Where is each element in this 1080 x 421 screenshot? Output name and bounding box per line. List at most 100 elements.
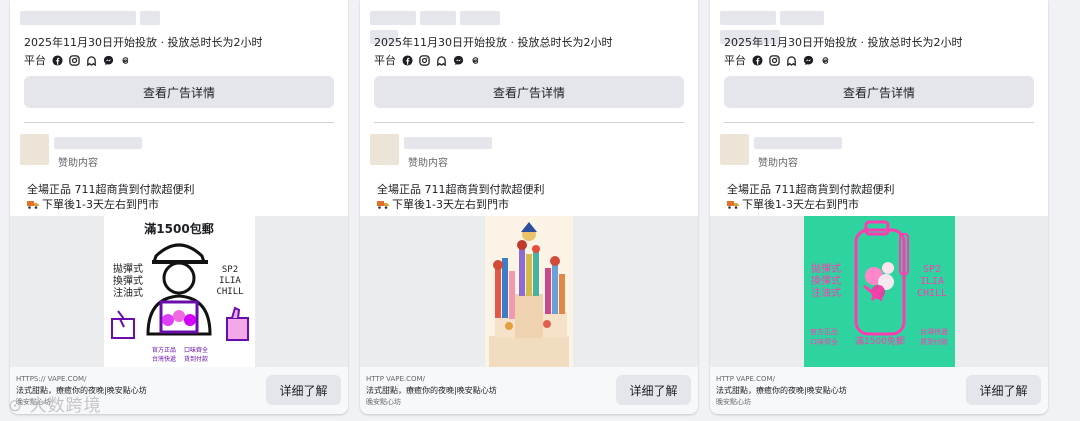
ad-link-title[interactable]: 法式甜點，療癒你的夜晚|晚安點心坊	[366, 385, 497, 396]
advertiser-avatar[interactable]	[720, 134, 749, 165]
view-ad-details-button[interactable]: 查看广告详情	[374, 76, 684, 108]
facebook-icon	[752, 54, 763, 66]
threads-icon	[122, 56, 129, 64]
creative-bl-2: 台灣快遞	[152, 355, 176, 363]
ad-body-line-1: 全場正品 711超商貨到付款超便利	[27, 183, 195, 196]
creative-br-1: 台灣快遞	[920, 327, 948, 336]
blurred-ad-id	[720, 10, 880, 44]
creative-left-2: 換彈式	[811, 274, 841, 287]
ad-card: 2025年11月30日开始投放 · 投放总时长为2小时 平台 查看广告详情 赞助…	[710, 0, 1048, 414]
ad-body-line-2: 下單後1-3天左右到門市	[377, 196, 509, 212]
ad-body-line-1: 全場正品 711超商貨到付款超便利	[377, 183, 545, 196]
blurred-advertiser-name[interactable]	[404, 137, 492, 149]
watermark-logo: ⊙ 大数跨境	[8, 391, 102, 416]
blurred-advertiser-name[interactable]	[54, 137, 142, 149]
learn-more-button[interactable]: 详细了解	[616, 375, 691, 405]
advertiser-avatar[interactable]	[20, 134, 49, 165]
creative-bl-1: 官方正品	[810, 327, 838, 336]
ad-library-page: 2025年11月30日开始投放 · 投放总时长为2小时 平台 查看广告详情 赞助…	[0, 0, 1080, 421]
view-ad-details-button[interactable]: 查看广告详情	[24, 76, 334, 108]
instagram-icon	[769, 54, 780, 66]
creative-bl-2: 口味齊全	[810, 337, 838, 346]
watermark-text: 大数跨境	[29, 396, 102, 416]
creative-left-2: 換彈式	[113, 274, 143, 287]
platform-row: 平台	[24, 53, 137, 67]
instagram-icon	[419, 54, 430, 66]
sponsored-label: 赞助内容	[758, 158, 798, 169]
creative-left-3: 注油式	[113, 286, 143, 299]
creative-bottom-center: 滿1500免郵	[855, 335, 905, 347]
creative-right-3: CHILL	[917, 288, 947, 299]
messenger-icon	[453, 55, 464, 65]
divider	[724, 122, 1034, 123]
ad-link-url[interactable]: HTTP VAPE.COM/	[716, 375, 775, 383]
ad-creative-image[interactable]: 拋彈式 換彈式 注油式 SP2 ILIA CHILL 官方正品 口味齊全 滿15…	[804, 216, 955, 367]
audience-network-icon	[87, 55, 96, 66]
platform-row: 平台	[374, 53, 487, 67]
truck-icon	[727, 200, 739, 209]
ad-media-area[interactable]	[360, 216, 698, 367]
ad-link-url[interactable]: HTTPS:// VAPE.COM/	[16, 375, 86, 383]
facebook-icon	[402, 54, 413, 66]
ad-footer[interactable]: HTTP VAPE.COM/ 法式甜點，療癒你的夜晚|晚安點心坊 晚安點心坊 详…	[710, 367, 1048, 414]
messenger-icon	[103, 55, 114, 65]
run-date-text: 2025年11月30日开始投放 · 投放总时长为2小时	[724, 36, 963, 49]
blurred-ad-id	[370, 10, 530, 44]
ad-media-area[interactable]: 拋彈式 換彈式 注油式 SP2 ILIA CHILL 官方正品 口味齊全 滿15…	[710, 216, 1048, 367]
audience-network-icon	[437, 55, 446, 66]
ad-creative-image[interactable]	[485, 216, 573, 367]
blurred-advertiser-name[interactable]	[754, 137, 842, 149]
learn-more-button[interactable]: 详细了解	[266, 375, 341, 405]
truck-icon	[377, 200, 389, 209]
creative-br-2: 貨到付款	[920, 337, 948, 346]
threads-icon	[472, 56, 479, 64]
creative-br-2: 貨到付款	[184, 355, 208, 363]
audience-network-icon	[787, 55, 796, 66]
divider	[24, 122, 334, 123]
sponsored-label: 赞助内容	[408, 158, 448, 169]
ad-link-title[interactable]: 法式甜點，療癒你的夜晚|晚安點心坊	[716, 385, 847, 396]
run-date-text: 2025年11月30日开始投放 · 投放总时长为2小时	[24, 36, 263, 49]
blurred-ad-id	[20, 10, 180, 25]
creative-right-3: CHILL	[216, 287, 243, 297]
creative-headline: 滿1500包郵	[144, 221, 213, 236]
creative-right-2: ILIA	[219, 276, 241, 286]
truck-icon	[27, 200, 39, 209]
sponsored-label: 赞助内容	[58, 158, 98, 169]
ad-body-line-2: 下單後1-3天左右到門市	[727, 196, 859, 212]
delivery-person-illustration: 滿1500包郵 拋彈式 換彈式 注油式 SP2 ILIA CHILL 官方正品 …	[111, 221, 249, 363]
advertiser-avatar[interactable]	[370, 134, 399, 165]
ad-body-line-1: 全場正品 711超商貨到付款超便利	[727, 183, 895, 196]
ad-body-line-2: 下單後1-3天左右到門市	[27, 196, 159, 212]
platform-label: 平台	[374, 54, 396, 67]
creative-left-3: 注油式	[811, 286, 841, 299]
threads-icon	[822, 56, 829, 64]
ad-footer[interactable]: HTTP VAPE.COM/ 法式甜點，療癒你的夜晚|晚安點心坊 晚安點心坊 详…	[360, 367, 698, 414]
instagram-icon	[69, 54, 80, 66]
creative-left-1: 拋彈式	[113, 262, 143, 275]
learn-more-button[interactable]: 详细了解	[966, 375, 1041, 405]
neon-device-illustration: 拋彈式 換彈式 注油式 SP2 ILIA CHILL 官方正品 口味齊全 滿15…	[810, 220, 948, 347]
creative-bl-1: 官方正品	[152, 346, 176, 354]
ad-card: 2025年11月30日开始投放 · 投放总时长为2小时 平台 查看广告详情 赞助…	[10, 0, 348, 414]
watermark-icon: ⊙	[8, 396, 24, 416]
run-date-text: 2025年11月30日开始投放 · 投放总时长为2小时	[374, 36, 613, 49]
ad-card: 2025年11月30日开始投放 · 投放总时长为2小时 平台 查看广告详情 赞助…	[360, 0, 698, 414]
ad-link-description: 晚安點心坊	[716, 398, 751, 406]
ad-link-description: 晚安點心坊	[366, 398, 401, 406]
vape-product-stack-illustration	[489, 222, 569, 367]
creative-right-1: SP2	[222, 265, 238, 275]
view-ad-details-button[interactable]: 查看广告详情	[724, 76, 1034, 108]
ad-creative-image[interactable]: 滿1500包郵 拋彈式 換彈式 注油式 SP2 ILIA CHILL 官方正品 …	[104, 216, 255, 367]
creative-right-2: ILIA	[920, 276, 944, 287]
divider	[374, 122, 684, 123]
ad-link-url[interactable]: HTTP VAPE.COM/	[366, 375, 425, 383]
platform-row: 平台	[724, 53, 837, 67]
facebook-icon	[52, 54, 63, 66]
messenger-icon	[803, 55, 814, 65]
creative-br-1: 口味齊全	[184, 346, 208, 354]
platform-label: 平台	[24, 54, 46, 67]
platform-label: 平台	[724, 54, 746, 67]
ad-media-area[interactable]: 滿1500包郵 拋彈式 換彈式 注油式 SP2 ILIA CHILL 官方正品 …	[10, 216, 348, 367]
creative-left-1: 拋彈式	[811, 262, 841, 275]
